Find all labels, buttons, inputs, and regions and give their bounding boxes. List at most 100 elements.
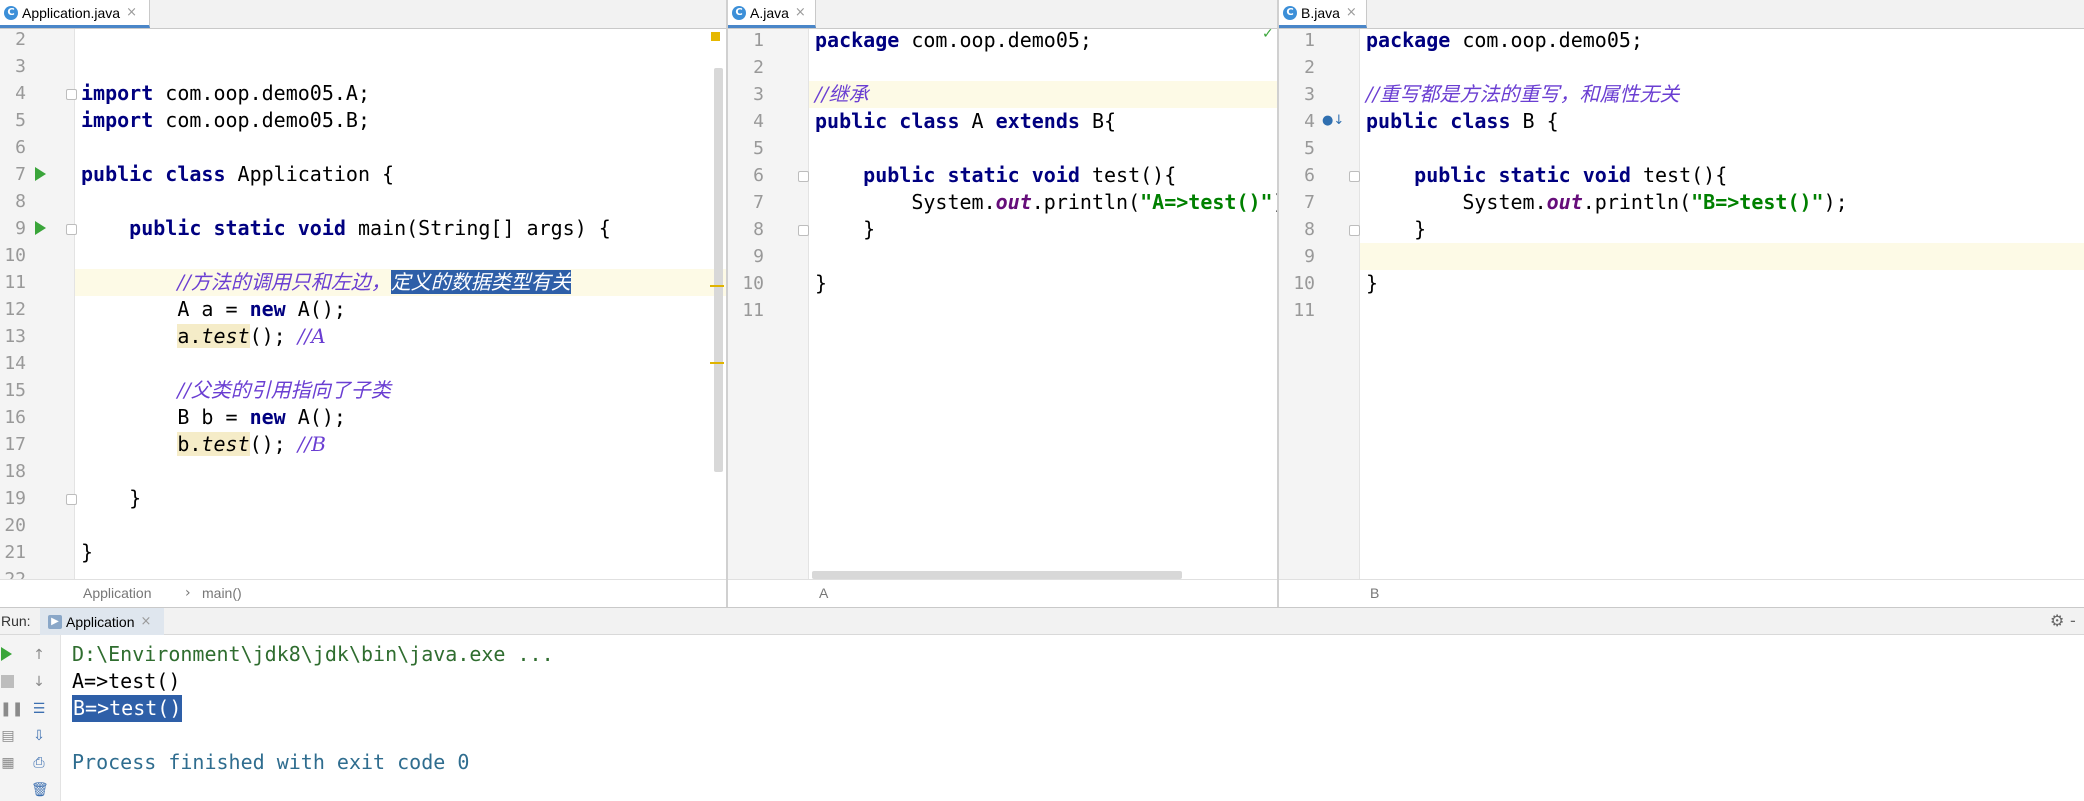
code-line[interactable]: } bbox=[1360, 270, 2084, 297]
line-number: 13 bbox=[4, 326, 26, 347]
code-line[interactable] bbox=[1360, 243, 2084, 270]
code-line[interactable]: a.test(); //A bbox=[75, 323, 726, 350]
editor-pane-a: C A.java × 1 2 3 4 5 6 7 8 9 10 11 package com.oop… bbox=[726, 0, 1279, 607]
line-number: 11 bbox=[742, 300, 764, 321]
code-line[interactable]: public static void test(){ bbox=[809, 162, 1279, 189]
close-icon[interactable]: × bbox=[126, 5, 137, 20]
code-line[interactable]: } bbox=[1360, 216, 2084, 243]
console-line[interactable]: D:\Environment\jdk8\jdk\bin\java.exe ... bbox=[72, 641, 554, 668]
code-line[interactable] bbox=[75, 566, 726, 580]
code-line[interactable]: } bbox=[809, 216, 1279, 243]
print-icon[interactable]: ⎙ bbox=[31, 755, 47, 771]
down-arrow-icon[interactable]: ↓ bbox=[31, 674, 47, 690]
horizontal-scrollbar[interactable] bbox=[812, 571, 1182, 579]
code-line[interactable]: import com.oop.demo05.B; bbox=[75, 107, 726, 134]
code-line[interactable] bbox=[1360, 135, 2084, 162]
code-line[interactable]: } bbox=[75, 539, 726, 566]
warning-marker[interactable] bbox=[711, 32, 720, 41]
pause-icon[interactable]: ❚❚ bbox=[0, 701, 23, 717]
line-number: 7 bbox=[15, 164, 26, 185]
scroll-to-end-icon[interactable]: ⇩ bbox=[31, 728, 47, 744]
code-line[interactable]: package com.oop.demo05; bbox=[1360, 29, 2084, 54]
code-area[interactable]: import com.oop.demo05.A; import com.oop.d… bbox=[75, 29, 726, 580]
code-line[interactable]: B b = new A(); bbox=[75, 404, 726, 431]
breadcrumb-class[interactable]: Application bbox=[83, 580, 152, 607]
code-line[interactable] bbox=[75, 350, 726, 377]
code-line[interactable]: public static void test(){ bbox=[1360, 162, 2084, 189]
line-number: 6 bbox=[1304, 165, 1315, 186]
line-number: 5 bbox=[1304, 138, 1315, 159]
scrollbar[interactable] bbox=[714, 68, 723, 472]
stop-icon[interactable] bbox=[1, 675, 14, 688]
close-icon[interactable]: × bbox=[141, 614, 152, 629]
console-line[interactable]: B=>test() bbox=[72, 695, 183, 722]
tab-bar: C Application.java × bbox=[0, 0, 726, 29]
rerun-icon[interactable] bbox=[1, 647, 12, 661]
run-method-icon[interactable] bbox=[35, 221, 46, 235]
code-line[interactable]: package com.oop.demo05; bbox=[809, 29, 1279, 54]
overridden-method-icon[interactable]: ●↓ bbox=[1322, 113, 1344, 128]
close-icon[interactable]: × bbox=[1346, 5, 1357, 20]
code-line[interactable]: } bbox=[75, 485, 726, 512]
code-line[interactable]: } bbox=[809, 270, 1279, 297]
fold-icon[interactable] bbox=[1349, 225, 1360, 236]
code-line[interactable] bbox=[75, 512, 726, 539]
gear-icon[interactable]: ⚙ bbox=[2050, 611, 2064, 630]
line-number: 19 bbox=[4, 488, 26, 509]
code-line[interactable]: //父类的引用指向了子类 bbox=[75, 377, 726, 404]
tab-b-java[interactable]: C B.java × bbox=[1279, 0, 1367, 28]
breadcrumb-class[interactable]: B bbox=[1370, 580, 1379, 607]
code-line[interactable] bbox=[75, 242, 726, 269]
console-line[interactable]: A=>test() bbox=[72, 668, 180, 695]
code-line[interactable] bbox=[1360, 54, 2084, 81]
code-line[interactable]: A a = new A(); bbox=[75, 296, 726, 323]
fold-icon[interactable] bbox=[798, 225, 809, 236]
line-number: 7 bbox=[1304, 192, 1315, 213]
editor-gutter: 1 2 3 4 5 6 7 8 9 10 11 bbox=[728, 29, 809, 580]
code-line[interactable] bbox=[1360, 297, 2084, 324]
run-tab-label: Application bbox=[66, 613, 135, 630]
code-line[interactable]: public class B { bbox=[1360, 108, 2084, 135]
dump-threads-icon[interactable]: ▤ bbox=[0, 728, 16, 744]
code-line[interactable]: //方法的调用只和左边，定义的数据类型有关 bbox=[75, 269, 726, 296]
code-line[interactable]: System.out.println("B=>test()"); bbox=[1360, 189, 2084, 216]
code-line[interactable]: b.test(); //B bbox=[75, 431, 726, 458]
code-line[interactable] bbox=[75, 188, 726, 215]
code-line[interactable]: public class Application { bbox=[75, 161, 726, 188]
run-class-icon[interactable] bbox=[35, 167, 46, 181]
run-tab[interactable]: ▶ Application × bbox=[40, 608, 164, 635]
code-line[interactable] bbox=[75, 458, 726, 485]
tab-application-java[interactable]: C Application.java × bbox=[0, 0, 150, 28]
line-number: 17 bbox=[4, 434, 26, 455]
code-line[interactable] bbox=[809, 135, 1279, 162]
settings-icon[interactable]: ▦ bbox=[0, 755, 16, 771]
editor-gutter: 2345678910111213141516171819202122 bbox=[0, 29, 77, 590]
code-line[interactable]: //继承 bbox=[809, 81, 1279, 108]
up-arrow-icon[interactable]: ↑ bbox=[31, 647, 47, 663]
fold-icon[interactable] bbox=[798, 171, 809, 182]
tab-a-java[interactable]: C A.java × bbox=[728, 0, 816, 28]
breadcrumb-class[interactable]: A bbox=[819, 580, 828, 607]
code-line[interactable] bbox=[809, 243, 1279, 270]
code-line[interactable]: public static void main(String[] args) { bbox=[75, 215, 726, 242]
code-line[interactable]: import com.oop.demo05.A; bbox=[75, 80, 726, 107]
code-line[interactable] bbox=[75, 29, 726, 53]
close-icon[interactable]: × bbox=[795, 5, 806, 20]
trash-icon[interactable]: 🗑 bbox=[31, 782, 49, 798]
code-line[interactable]: //重写都是方法的重写，和属性无关 bbox=[1360, 81, 2084, 108]
soft-wrap-icon[interactable]: ☰ bbox=[31, 701, 47, 717]
code-line[interactable]: System.out.println("A=>test()"); bbox=[809, 189, 1279, 216]
code-line[interactable] bbox=[75, 134, 726, 161]
editor-pane-application: C Application.java × 2 3 4 5 6 7 8 9 10 11 12 13 14 1… bbox=[0, 0, 726, 607]
code-line[interactable]: public class A extends B{ bbox=[809, 108, 1279, 135]
code-line[interactable] bbox=[809, 297, 1279, 324]
console-line[interactable]: Process finished with exit code 0 bbox=[72, 749, 469, 776]
code-line[interactable] bbox=[809, 54, 1279, 81]
code-area[interactable]: package com.oop.demo05; //继承 public class … bbox=[809, 29, 1279, 580]
fold-icon[interactable] bbox=[1349, 171, 1360, 182]
code-area[interactable]: package com.oop.demo05; //重写都是方法的重写，和属性无关… bbox=[1360, 29, 2084, 580]
java-class-icon: C bbox=[4, 5, 18, 20]
minimize-icon[interactable]: - bbox=[2070, 611, 2076, 630]
code-line[interactable] bbox=[75, 53, 726, 80]
breadcrumb-method[interactable]: main() bbox=[202, 580, 242, 607]
